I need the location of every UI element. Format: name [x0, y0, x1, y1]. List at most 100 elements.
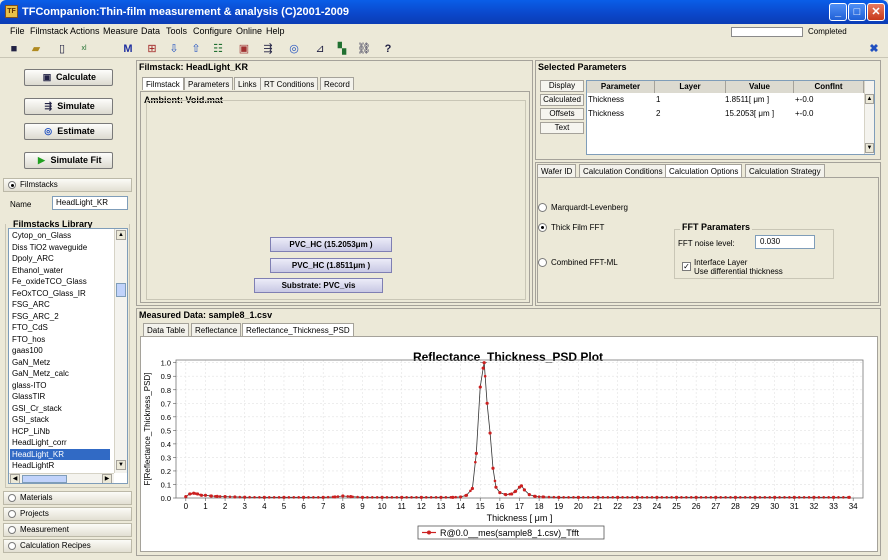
- tab-rt-conditions[interactable]: RT Conditions: [260, 77, 319, 90]
- tab-calc-strategy[interactable]: Calculation Strategy: [745, 164, 825, 177]
- new-document-icon[interactable]: ▯: [54, 41, 70, 57]
- list-icon[interactable]: ☷: [210, 41, 226, 57]
- library-item[interactable]: FeOxTCO_Glass_IR: [12, 288, 112, 299]
- m-icon[interactable]: M: [120, 41, 136, 57]
- library-item[interactable]: FTO_hos: [12, 334, 112, 345]
- radio-thick-film-fft[interactable]: [538, 223, 547, 232]
- tab-calc-options[interactable]: Calculation Options: [665, 164, 743, 177]
- scroll-down-icon[interactable]: ▼: [865, 143, 874, 153]
- help-icon[interactable]: ?: [380, 41, 396, 57]
- tab-reflectance[interactable]: Reflectance: [191, 323, 242, 336]
- library-item[interactable]: HeadLightR: [12, 460, 112, 471]
- simulate-icon[interactable]: ⇶: [260, 41, 276, 57]
- layer-1-button[interactable]: PVC_HC (1.8511μm ): [270, 258, 392, 273]
- tab-filmstack[interactable]: Filmstack: [142, 77, 184, 90]
- substrate-button[interactable]: Substrate: PVC_vis: [254, 278, 383, 293]
- library-item[interactable]: HCP_LiNb: [12, 426, 112, 437]
- params-scrollbar[interactable]: ▲ ▼: [864, 81, 874, 154]
- hscroll-thumb[interactable]: [22, 475, 67, 483]
- menu-tools[interactable]: Tools: [166, 26, 187, 36]
- tab-materials[interactable]: Materials: [3, 491, 132, 505]
- menu-actions[interactable]: Actions: [70, 26, 100, 36]
- close-panel-icon[interactable]: ✖: [866, 41, 882, 57]
- tab-filmstacks[interactable]: Filmstacks: [3, 178, 132, 192]
- psd-chart[interactable]: Reflectance_Thickness_PSD Plot 012345678…: [140, 352, 878, 550]
- text-button[interactable]: Text: [540, 122, 584, 134]
- library-item[interactable]: FSG_ARC_2: [12, 311, 112, 322]
- arrow-down-icon[interactable]: ⇩: [166, 41, 182, 57]
- menu-configure[interactable]: Configure: [193, 26, 232, 36]
- calculate-button[interactable]: ▣ Calculate: [24, 69, 113, 86]
- library-item[interactable]: HeadLight_corr: [12, 437, 112, 448]
- title-bar[interactable]: TF TFCompanion:Thin-film measurement & a…: [0, 0, 888, 24]
- name-input[interactable]: HeadLight_KR: [52, 196, 128, 210]
- library-item[interactable]: GlassTIR: [12, 391, 112, 402]
- menu-help[interactable]: Help: [266, 26, 285, 36]
- col-parameter[interactable]: Parameter: [587, 81, 655, 93]
- library-item[interactable]: GSI_Cr_stack: [12, 403, 112, 414]
- scroll-up-icon[interactable]: ▲: [865, 94, 874, 104]
- display-button[interactable]: Display: [540, 80, 584, 92]
- tab-links[interactable]: Links: [234, 77, 261, 90]
- library-item[interactable]: FTO_CdS: [12, 322, 112, 333]
- col-value[interactable]: Value: [726, 81, 794, 93]
- scroll-up-icon[interactable]: ▲: [116, 230, 126, 240]
- scroll-right-icon[interactable]: ▶: [102, 474, 112, 483]
- maximize-button[interactable]: □: [848, 3, 866, 21]
- estimate-button[interactable]: ◎ Estimate: [24, 123, 113, 140]
- scroll-left-icon[interactable]: ◀: [10, 474, 20, 483]
- library-item[interactable]: FSG_ARC: [12, 299, 112, 310]
- calculate-icon[interactable]: ▣: [236, 41, 252, 57]
- open-folder-icon[interactable]: ▰: [28, 41, 44, 57]
- library-item[interactable]: Cytop_on_Glass: [12, 230, 112, 241]
- filmstacks-library-list[interactable]: Cytop_on_Glass Diss TiO2 waveguide Dpoly_A…: [8, 228, 128, 484]
- menu-data[interactable]: Data: [141, 26, 160, 36]
- library-item[interactable]: GaN_Metz: [12, 357, 112, 368]
- library-item[interactable]: gaas100: [12, 345, 112, 356]
- calculated-button[interactable]: Calculated: [540, 94, 584, 106]
- tab-measurement[interactable]: Measurement: [3, 523, 132, 537]
- filmstack-icon[interactable]: ▚: [334, 41, 350, 57]
- save-icon[interactable]: ■: [6, 41, 22, 57]
- tab-wafer-id[interactable]: Wafer ID: [537, 164, 577, 177]
- tab-calculation-recipes[interactable]: Calculation Recipes: [3, 539, 132, 553]
- interface-layer-checkbox[interactable]: ✓: [682, 262, 691, 271]
- radio-marquardt[interactable]: [538, 203, 547, 212]
- scroll-down-icon[interactable]: ▼: [116, 460, 126, 470]
- scroll-thumb[interactable]: [116, 283, 126, 297]
- tab-data-table[interactable]: Data Table: [143, 323, 190, 336]
- library-item[interactable]: GSI_stack: [12, 414, 112, 425]
- library-item[interactable]: Fe_oxideTCO_Glass: [12, 276, 112, 287]
- radio-combined-fft-ml[interactable]: [538, 258, 547, 267]
- layer-2-button[interactable]: PVC_HC (15.2053μm ): [270, 237, 392, 252]
- layer-tool-icon[interactable]: ⊿: [312, 41, 328, 57]
- link-icon[interactable]: ⛓: [356, 41, 372, 57]
- library-item[interactable]: Ethanol_water: [12, 265, 112, 276]
- menu-file[interactable]: File: [10, 26, 25, 36]
- close-button[interactable]: ✕: [867, 3, 885, 21]
- col-confint[interactable]: ConfInt: [794, 81, 864, 93]
- minimize-button[interactable]: _: [829, 3, 847, 21]
- tab-parameters[interactable]: Parameters: [184, 77, 234, 90]
- tab-projects[interactable]: Projects: [3, 507, 132, 521]
- library-item[interactable]: GaN_Metz_calc: [12, 368, 112, 379]
- simulate-fit-button[interactable]: ▶ Simulate Fit: [24, 152, 113, 169]
- horizontal-scrollbar[interactable]: ◀ ▶: [9, 473, 114, 483]
- add-layer-icon[interactable]: ⊞: [144, 41, 160, 57]
- menu-online[interactable]: Online: [236, 26, 262, 36]
- estimate-icon[interactable]: ◎: [286, 41, 302, 57]
- menu-filmstack[interactable]: Filmstack: [30, 26, 68, 36]
- library-item[interactable]: HeadLight_KR: [10, 448, 110, 460]
- vertical-scrollbar[interactable]: ▲ ▼: [114, 229, 127, 473]
- col-layer[interactable]: Layer: [655, 81, 726, 93]
- library-item[interactable]: Diss TiO2 waveguide: [12, 242, 112, 253]
- tab-calc-conditions[interactable]: Calculation Conditions: [579, 164, 667, 177]
- library-item[interactable]: Dpoly_ARC: [12, 253, 112, 264]
- excel-icon[interactable]: xl: [76, 41, 92, 57]
- tab-record[interactable]: Record: [320, 77, 354, 90]
- simulate-button[interactable]: ⇶ Simulate: [24, 98, 113, 115]
- menu-measure[interactable]: Measure: [103, 26, 138, 36]
- fft-noise-input[interactable]: 0.030: [755, 235, 815, 249]
- tab-reflectance-psd[interactable]: Reflectance_Thickness_PSD: [242, 323, 354, 336]
- offsets-button[interactable]: Offsets: [540, 108, 584, 120]
